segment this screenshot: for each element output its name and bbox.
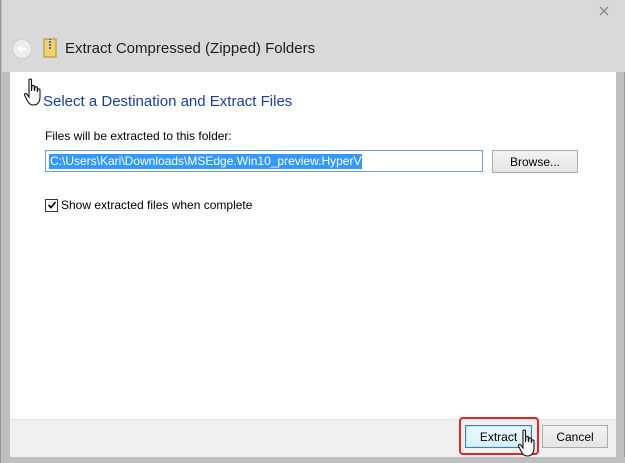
window-title: Extract Compressed (Zipped) Folders (65, 40, 316, 57)
dialog-heading: Select a Destination and Extract Files (43, 93, 293, 110)
show-files-label: Show extracted files when complete (61, 198, 253, 212)
title-bar: Extract Compressed (Zipped) Folders (2, 0, 625, 72)
close-icon (599, 6, 608, 16)
show-files-option[interactable]: Show extracted files when complete (45, 198, 252, 212)
destination-path-input[interactable]: C:\Users\Kari\Downloads\MSEdge.Win10_pre… (45, 150, 483, 172)
checkmark-icon (47, 201, 56, 209)
cancel-button[interactable]: Cancel (542, 425, 608, 448)
back-arrow-icon (17, 44, 26, 54)
window-bottom-edge (1, 457, 625, 463)
window: Extract Compressed (Zipped) Folders Sele… (0, 0, 625, 463)
destination-path-value: C:\Users\Kari\Downloads\MSEdge.Win10_pre… (49, 153, 363, 169)
browse-button[interactable]: Browse... (492, 150, 578, 173)
destination-label: Files will be extracted to this folder: (45, 129, 232, 143)
hand-cursor-icon (23, 78, 41, 106)
dialog-content: Select a Destination and Extract Files F… (10, 72, 616, 419)
back-button[interactable] (12, 39, 32, 59)
dialog-footer: Extract Cancel (10, 417, 616, 457)
hand-cursor-icon (517, 429, 535, 457)
show-files-checkbox[interactable] (45, 198, 58, 212)
zipped-folder-icon (43, 38, 57, 58)
close-button[interactable] (585, 0, 622, 22)
